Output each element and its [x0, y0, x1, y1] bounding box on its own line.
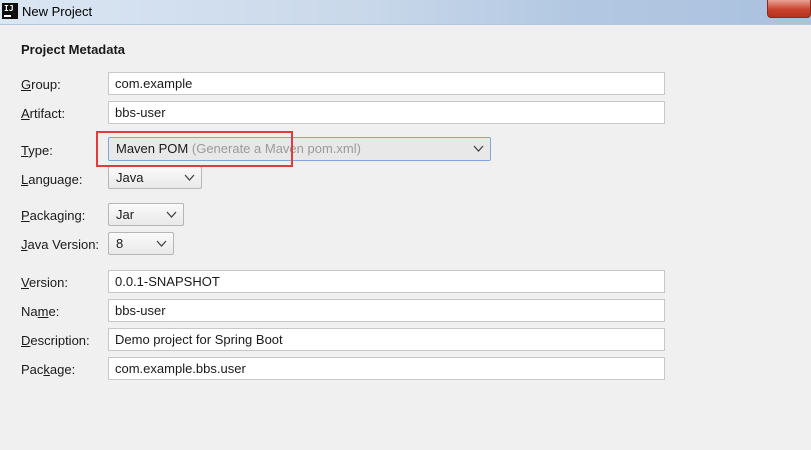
name-field[interactable] [108, 299, 665, 322]
type-dropdown[interactable]: Maven POM (Generate a Maven pom.xml) [108, 137, 491, 161]
title-bar[interactable]: IJ New Project [0, 0, 811, 25]
packaging-selected-value: Jar [116, 207, 135, 222]
language-dropdown[interactable]: Java [108, 166, 202, 189]
package-label: Package: [21, 362, 76, 377]
app-icon-text: IJ [4, 4, 14, 13]
java-version-label: Java Version: [21, 237, 100, 252]
group-field[interactable] [108, 72, 665, 95]
version-field[interactable] [108, 270, 665, 293]
artifact-label: Artifact: [21, 106, 66, 121]
packaging-label: Packaging: [21, 208, 86, 223]
window-title: New Project [22, 4, 93, 19]
group-label: Group: [21, 77, 61, 92]
chevron-down-icon [184, 174, 195, 181]
java-version-dropdown[interactable]: 8 [108, 232, 174, 255]
java-version-selected-value: 8 [116, 236, 124, 251]
language-label: Language: [21, 172, 83, 187]
close-window-button[interactable] [767, 0, 811, 18]
intellij-app-icon: IJ [2, 3, 18, 19]
version-label: Version: [21, 275, 68, 290]
chevron-down-icon [156, 240, 167, 247]
type-selected-value: Maven POM (Generate a Maven pom.xml) [116, 141, 361, 156]
artifact-field[interactable] [108, 101, 665, 124]
section-title: Project Metadata [21, 42, 126, 57]
language-selected-value: Java [116, 170, 144, 185]
type-hint: (Generate a Maven pom.xml) [191, 141, 361, 156]
chevron-down-icon [473, 145, 484, 152]
chevron-down-icon [166, 211, 177, 218]
description-label: Description: [21, 333, 90, 348]
packaging-dropdown[interactable]: Jar [108, 203, 184, 226]
type-label: Type: [21, 143, 53, 158]
name-label: Name: [21, 304, 60, 319]
new-project-window: IJ New Project Project Metadata Group: A… [0, 0, 811, 450]
package-field[interactable] [108, 357, 665, 380]
description-field[interactable] [108, 328, 665, 351]
dialog-content: Project Metadata Group: Artifact: Type: … [0, 25, 811, 450]
